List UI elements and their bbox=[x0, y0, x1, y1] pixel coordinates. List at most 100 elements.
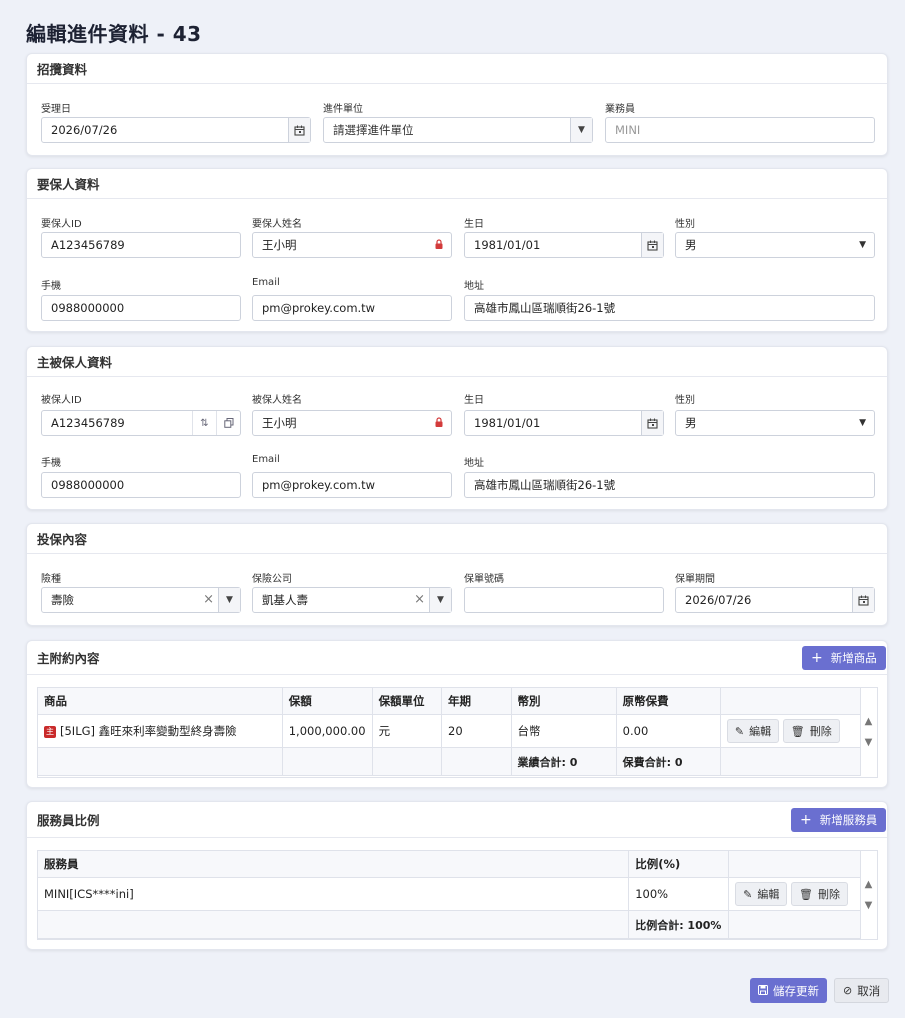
pencil-icon: ✎ bbox=[743, 887, 753, 901]
ban-icon: ⊘ bbox=[843, 984, 853, 997]
total-premium: 保費合計: 0 bbox=[615, 747, 721, 776]
edit-button[interactable]: ✎ 編輯 bbox=[726, 719, 780, 743]
proposer-id-label: 要保人ID bbox=[41, 219, 82, 230]
chevron-down-icon[interactable]: ▼ bbox=[570, 118, 592, 142]
lock-icon bbox=[435, 417, 443, 427]
calendar-icon[interactable] bbox=[288, 118, 310, 142]
scroll-down-icon[interactable]: ▼ bbox=[865, 737, 873, 748]
unit-cell: 元 bbox=[371, 714, 443, 748]
chevron-down-icon[interactable]: ▼ bbox=[218, 588, 240, 612]
solicit-header: 招攬資料 bbox=[27, 54, 887, 84]
policy-period-label: 保單期間 bbox=[675, 574, 715, 585]
scroll-down-icon[interactable]: ▼ bbox=[865, 900, 873, 911]
save-button[interactable]: 儲存更新 bbox=[750, 978, 827, 1003]
unit-label: 進件單位 bbox=[323, 104, 363, 115]
insured-mobile-label: 手機 bbox=[41, 458, 61, 469]
proposer-email-label: Email bbox=[252, 277, 280, 288]
insured-address-input[interactable]: 高雄市鳳山區瑞順街26-1號 bbox=[464, 472, 875, 498]
insured-card: 主被保人資料 被保人ID A123456789 ⇅ 被保人姓名 王小明 生日 1… bbox=[26, 346, 888, 510]
insured-birth-input[interactable]: 1981/01/01 bbox=[464, 410, 664, 436]
cancel-button[interactable]: ⊘ 取消 bbox=[834, 978, 890, 1003]
col-premium: 原幣保費 bbox=[615, 687, 721, 715]
solicit-card: 招攬資料 受理日 2026/07/26 進件單位 請選擇進件單位 ▼ 業務員 M… bbox=[26, 53, 888, 156]
scroll-up-icon[interactable]: ▲ bbox=[865, 716, 873, 727]
swap-icon[interactable]: ⇅ bbox=[192, 411, 216, 435]
proposer-mobile-input[interactable]: 0988000000 bbox=[41, 295, 241, 321]
policy-period-input[interactable]: 2026/07/26 bbox=[675, 587, 875, 613]
table-row: 主 [5ILG] 鑫旺來利率變動型終身壽險 1,000,000.00 元 20 台… bbox=[37, 714, 862, 748]
col-staff-actions bbox=[728, 850, 861, 878]
delete-button[interactable]: 🗑 刪除 bbox=[782, 719, 840, 743]
col-actions bbox=[719, 687, 862, 715]
policy-header: 投保內容 bbox=[27, 524, 887, 554]
calendar-icon[interactable] bbox=[641, 411, 663, 435]
col-staff: 服務員 bbox=[36, 850, 630, 878]
proposer-name-input[interactable]: 王小明 bbox=[252, 232, 452, 258]
policy-card: 投保內容 險種 壽險 × ▼ 保險公司 凱基人壽 × ▼ 保單號碼 保單期間 2… bbox=[26, 523, 888, 626]
company-label: 保險公司 bbox=[252, 574, 292, 585]
proposer-gender-label: 性別 bbox=[675, 219, 695, 230]
table-row: MINI[ICS****ini] 100% ✎ 編輯 🗑 刪除 bbox=[36, 877, 861, 911]
col-amount: 保額 bbox=[281, 687, 373, 715]
proposer-email-input[interactable]: pm@prokey.com.tw bbox=[252, 295, 452, 321]
trash-icon: 🗑 bbox=[790, 724, 805, 738]
calendar-icon[interactable] bbox=[641, 233, 663, 257]
plus-icon: + bbox=[811, 650, 823, 666]
caret-down-icon: ▼ bbox=[859, 418, 866, 428]
term-cell: 20 bbox=[441, 714, 512, 748]
unit-select[interactable]: 請選擇進件單位 ▼ bbox=[323, 117, 593, 143]
received-date-input[interactable]: 2026/07/26 bbox=[41, 117, 311, 143]
clear-icon[interactable]: × bbox=[414, 592, 425, 607]
policy-type-label: 險種 bbox=[41, 574, 61, 585]
table-scrollbar[interactable]: ▲ ▼ bbox=[860, 716, 877, 748]
total-sales: 業績合計: 0 bbox=[510, 747, 617, 776]
insured-mobile-input[interactable]: 0988000000 bbox=[41, 472, 241, 498]
received-date-label: 受理日 bbox=[41, 104, 71, 115]
ratio-total: 比例合計: 100% bbox=[628, 910, 730, 939]
insured-gender-select[interactable]: 男 ▼ bbox=[675, 410, 875, 436]
company-select[interactable]: 凱基人壽 × ▼ bbox=[252, 587, 452, 613]
staff-actions-cell: ✎ 編輯 🗑 刪除 bbox=[728, 877, 861, 911]
scroll-up-icon[interactable]: ▲ bbox=[865, 879, 873, 890]
insured-birth-label: 生日 bbox=[464, 395, 484, 406]
proposer-address-input[interactable]: 高雄市鳳山區瑞順街26-1號 bbox=[464, 295, 875, 321]
policy-type-select[interactable]: 壽險 × ▼ bbox=[41, 587, 241, 613]
table-scrollbar[interactable]: ▲ ▼ bbox=[860, 879, 877, 911]
proposer-birth-input[interactable]: 1981/01/01 bbox=[464, 232, 664, 258]
proposer-name-label: 要保人姓名 bbox=[252, 219, 302, 230]
staff-table-wrap: 服務員 比例(%) MINI[ICS****ini] 100% ✎ 編輯 🗑 刪除 … bbox=[36, 850, 878, 940]
products-table-wrap: 商品 保額 保額單位 年期 幣別 原幣保費 主 [5ILG] 鑫旺來利率變動型終身… bbox=[37, 687, 878, 778]
main-badge: 主 bbox=[44, 725, 56, 738]
product-name-cell: 主 [5ILG] 鑫旺來利率變動型終身壽險 bbox=[37, 714, 283, 748]
insured-email-label: Email bbox=[252, 454, 280, 465]
caret-down-icon: ▼ bbox=[859, 240, 866, 250]
insured-name-label: 被保人姓名 bbox=[252, 395, 302, 406]
insured-email-input[interactable]: pm@prokey.com.tw bbox=[252, 472, 452, 498]
proposer-card: 要保人資料 要保人ID A123456789 要保人姓名 王小明 生日 1981… bbox=[26, 168, 888, 332]
ratio-cell: 100% bbox=[628, 877, 730, 911]
policy-number-label: 保單號碼 bbox=[464, 574, 504, 585]
calendar-icon[interactable] bbox=[852, 588, 874, 612]
staff-table: 服務員 比例(%) MINI[ICS****ini] 100% ✎ 編輯 🗑 刪除 … bbox=[36, 850, 861, 939]
edit-button[interactable]: ✎ 編輯 bbox=[735, 882, 788, 906]
actions-cell: ✎ 編輯 🗑 刪除 bbox=[719, 714, 862, 748]
add-product-button[interactable]: + 新增商品 bbox=[802, 646, 886, 670]
policy-number-input[interactable] bbox=[464, 587, 664, 613]
premium-cell: 0.00 bbox=[615, 714, 721, 748]
col-term: 年期 bbox=[441, 687, 512, 715]
trash-icon: 🗑 bbox=[798, 887, 813, 901]
proposer-gender-select[interactable]: 男 ▼ bbox=[675, 232, 875, 258]
proposer-birth-label: 生日 bbox=[464, 219, 484, 230]
proposer-header: 要保人資料 bbox=[27, 169, 887, 199]
agent-label: 業務員 bbox=[605, 104, 635, 115]
copy-icon[interactable] bbox=[216, 411, 240, 435]
insured-header: 主被保人資料 bbox=[27, 347, 887, 377]
col-product: 商品 bbox=[37, 687, 283, 715]
insured-name-input[interactable]: 王小明 bbox=[252, 410, 452, 436]
clear-icon[interactable]: × bbox=[203, 592, 214, 607]
chevron-down-icon[interactable]: ▼ bbox=[429, 588, 451, 612]
add-staff-button[interactable]: + 新增服務員 bbox=[791, 808, 887, 832]
insured-id-input[interactable]: A123456789 ⇅ bbox=[41, 410, 241, 436]
delete-button[interactable]: 🗑 刪除 bbox=[790, 882, 848, 906]
proposer-id-input[interactable]: A123456789 bbox=[41, 232, 241, 258]
